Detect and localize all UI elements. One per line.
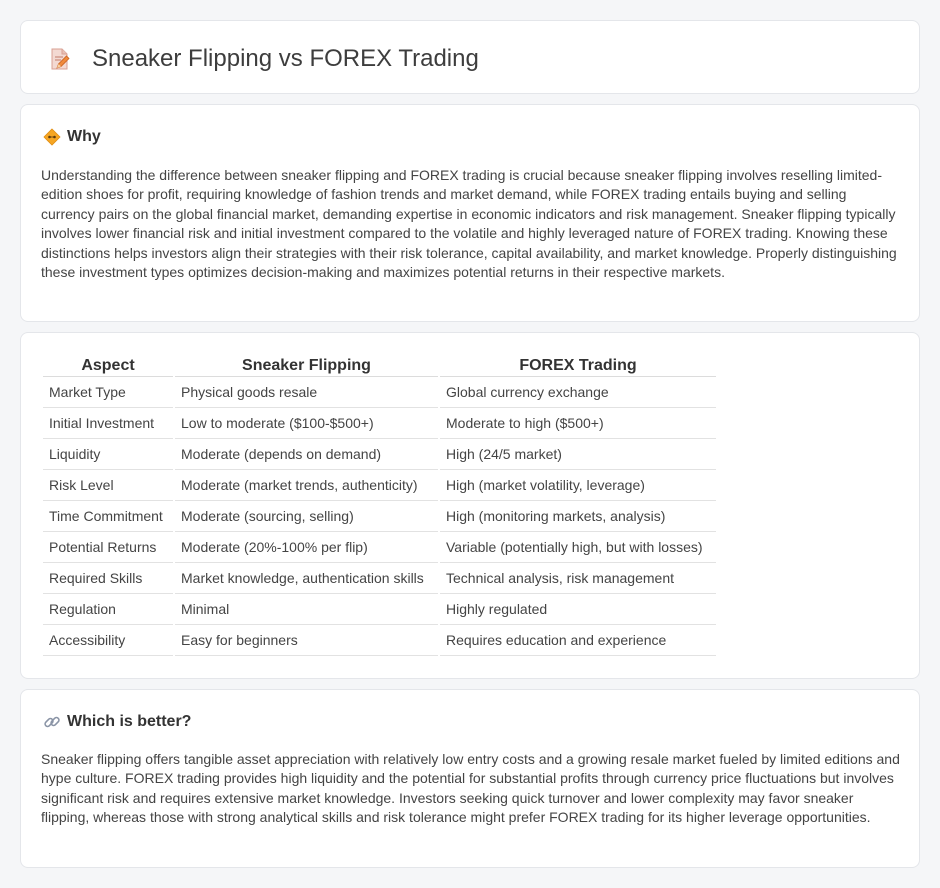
table-cell: Time Commitment xyxy=(43,501,173,532)
header-sneaker-flipping: Sneaker Flipping xyxy=(175,355,438,377)
which-is-better-heading: Which is better? xyxy=(67,713,192,730)
table-cell: Accessibility xyxy=(43,625,173,656)
table-row: Regulation Minimal Highly regulated xyxy=(43,594,716,625)
why-text: Understanding the difference between sne… xyxy=(41,167,897,281)
table-cell: Potential Returns xyxy=(43,532,173,563)
diamond-icon xyxy=(43,128,61,146)
table-row: Time Commitment Moderate (sourcing, sell… xyxy=(43,501,716,532)
table-row: Initial Investment Low to moderate ($100… xyxy=(43,408,716,439)
table-cell: High (24/5 market) xyxy=(440,439,716,470)
table-cell: Regulation xyxy=(43,594,173,625)
table-cell: Market Type xyxy=(43,377,173,408)
link-icon xyxy=(44,716,60,728)
table-cell: Risk Level xyxy=(43,470,173,501)
table-cell: Moderate to high ($500+) xyxy=(440,408,716,439)
table-row: Liquidity Moderate (depends on demand) H… xyxy=(43,439,716,470)
table-cell: Requires education and experience xyxy=(440,625,716,656)
which-is-better-text: Sneaker flipping offers tangible asset a… xyxy=(41,751,900,826)
header-aspect: Aspect xyxy=(43,355,173,377)
why-section: Why Understanding the difference between… xyxy=(20,104,920,322)
table-header-row: Aspect Sneaker Flipping FOREX Trading xyxy=(43,355,716,377)
table-cell: Technical analysis, risk management xyxy=(440,563,716,594)
table-cell: Moderate (20%-100% per flip) xyxy=(175,532,438,563)
table-row: Market Type Physical goods resale Global… xyxy=(43,377,716,408)
table-row: Accessibility Easy for beginners Require… xyxy=(43,625,716,656)
table-cell: Required Skills xyxy=(43,563,173,594)
table-cell: Moderate (depends on demand) xyxy=(175,439,438,470)
table-cell: Liquidity xyxy=(43,439,173,470)
table-row: Required Skills Market knowledge, authen… xyxy=(43,563,716,594)
table-cell: Moderate (market trends, authenticity) xyxy=(175,470,438,501)
table-cell: Physical goods resale xyxy=(175,377,438,408)
document-pencil-icon xyxy=(51,48,70,70)
comparison-table: Aspect Sneaker Flipping FOREX Trading Ma… xyxy=(41,355,718,656)
why-heading: Why xyxy=(67,128,101,145)
header-forex-trading: FOREX Trading xyxy=(440,355,716,377)
table-cell: Global currency exchange xyxy=(440,377,716,408)
page-title: Sneaker Flipping vs FOREX Trading xyxy=(92,45,479,72)
header-card: Sneaker Flipping vs FOREX Trading xyxy=(20,20,920,94)
which-is-better-section: Which is better? Sneaker flipping offers… xyxy=(20,689,920,868)
table-cell: High (market volatility, leverage) xyxy=(440,470,716,501)
table-cell: Variable (potentially high, but with los… xyxy=(440,532,716,563)
table-cell: High (monitoring markets, analysis) xyxy=(440,501,716,532)
table-row: Potential Returns Moderate (20%-100% per… xyxy=(43,532,716,563)
table-cell: Market knowledge, authentication skills xyxy=(175,563,438,594)
comparison-section: Aspect Sneaker Flipping FOREX Trading Ma… xyxy=(20,332,920,679)
table-cell: Easy for beginners xyxy=(175,625,438,656)
table-cell: Minimal xyxy=(175,594,438,625)
table-cell: Low to moderate ($100-$500+) xyxy=(175,408,438,439)
table-cell: Initial Investment xyxy=(43,408,173,439)
table-cell: Moderate (sourcing, selling) xyxy=(175,501,438,532)
table-cell: Highly regulated xyxy=(440,594,716,625)
table-row: Risk Level Moderate (market trends, auth… xyxy=(43,470,716,501)
